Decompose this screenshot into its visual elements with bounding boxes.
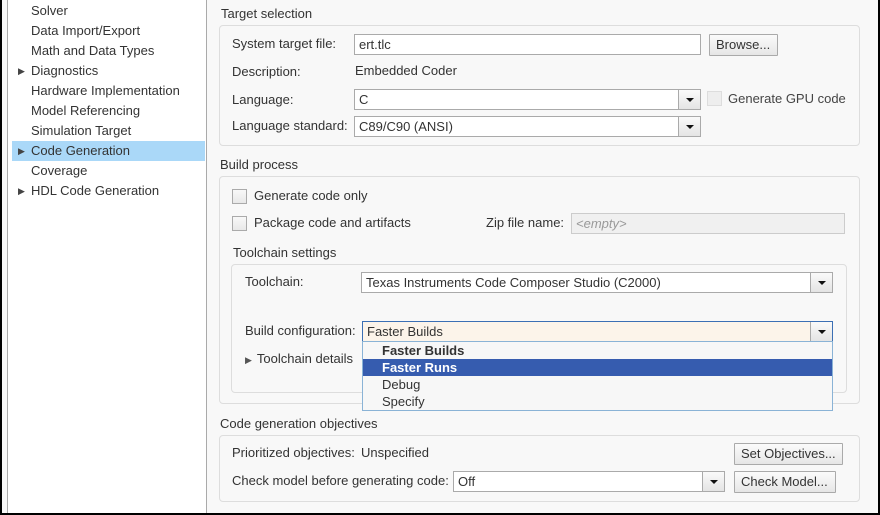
language-label: Language: [232, 92, 294, 107]
expand-arrow-icon[interactable]: ▶ [18, 181, 25, 201]
zip-file-name-input[interactable]: <empty> [571, 213, 845, 234]
toolchain-select[interactable]: Texas Instruments Code Composer Studio (… [361, 272, 833, 293]
sidebar-item-label: Code Generation [31, 143, 131, 158]
sidebar-item-simulation-target[interactable]: Simulation Target [12, 121, 205, 141]
check-model-button[interactable]: Check Model... [734, 471, 836, 493]
description-label: Description: [232, 64, 301, 79]
sidebar-item-label: Solver [31, 3, 68, 18]
sidebar-item-label: Diagnostics [31, 63, 99, 78]
sidebar-item-hardware-implementation[interactable]: Hardware Implementation [12, 81, 205, 101]
chevron-down-icon[interactable] [702, 472, 724, 491]
dropdown-option-debug[interactable]: Debug [363, 376, 832, 393]
sidebar-item-label: Data Import/Export [31, 23, 141, 38]
toolchain-details-label: Toolchain details [256, 351, 354, 366]
expand-arrow-icon[interactable]: ▶ [18, 61, 25, 81]
expand-arrow-icon: ▶ [245, 355, 252, 365]
sidebar-item-label: HDL Code Generation [31, 183, 160, 198]
sidebar-item-data-import-export[interactable]: Data Import/Export [12, 21, 205, 41]
sidebar-item-hdl-code-generation[interactable]: ▶ HDL Code Generation [12, 181, 205, 201]
language-standard-select[interactable]: C89/C90 (ANSI) [354, 116, 701, 137]
language-select-value: C [359, 92, 369, 107]
language-standard-label: Language standard: [232, 118, 348, 133]
build-configuration-dropdown: Faster Builds Faster Runs Debug Specify [362, 341, 833, 411]
system-target-file-label: System target file: [232, 36, 337, 51]
toolchain-details-toggle[interactable]: ▶ Toolchain details [245, 349, 353, 370]
package-code-label: Package code and artifacts [254, 215, 411, 230]
check-model-select[interactable]: Off [453, 471, 725, 492]
build-configuration-label: Build configuration: [245, 323, 356, 338]
chevron-down-icon[interactable] [810, 322, 832, 341]
chevron-down-icon[interactable] [810, 273, 832, 292]
generate-gpu-checkbox[interactable] [707, 91, 722, 106]
build-configuration-select[interactable]: Faster Builds [362, 321, 833, 342]
section-title-code-generation-objectives: Code generation objectives [220, 416, 378, 431]
set-objectives-button[interactable]: Set Objectives... [734, 443, 843, 465]
sidebar-item-label: Math and Data Types [31, 43, 155, 58]
sidebar-tree: Solver Data Import/Export Math and Data … [7, 0, 207, 515]
toolchain-select-value: Texas Instruments Code Composer Studio (… [366, 275, 661, 290]
dropdown-option-faster-runs[interactable]: Faster Runs [363, 359, 832, 376]
sidebar-item-coverage[interactable]: Coverage [12, 161, 205, 181]
chevron-down-icon[interactable] [678, 117, 700, 136]
sidebar-item-label: Hardware Implementation [31, 83, 180, 98]
prioritized-objectives-label: Prioritized objectives: [232, 445, 355, 460]
dropdown-option-specify[interactable]: Specify [363, 393, 832, 410]
check-model-select-value: Off [458, 474, 476, 489]
toolchain-label: Toolchain: [245, 274, 304, 289]
language-select[interactable]: C [354, 89, 701, 110]
package-code-checkbox[interactable] [232, 216, 247, 231]
dropdown-option-faster-builds[interactable]: Faster Builds [363, 342, 832, 359]
section-title-target-selection: Target selection [221, 6, 313, 21]
sidebar-item-model-referencing[interactable]: Model Referencing [12, 101, 205, 121]
sidebar-item-label: Coverage [31, 163, 88, 178]
generate-gpu-label: Generate GPU code [728, 91, 846, 106]
zip-file-name-label: Zip file name: [486, 215, 565, 230]
browse-button[interactable]: Browse... [709, 34, 778, 56]
sidebar-item-solver[interactable]: Solver [12, 1, 205, 21]
section-title-build-process: Build process [220, 157, 299, 172]
sidebar-item-math-data-types[interactable]: Math and Data Types [12, 41, 205, 61]
sidebar-item-code-generation[interactable]: ▶ Code Generation [12, 141, 205, 161]
section-title-toolchain-settings: Toolchain settings [233, 245, 337, 260]
sidebar-item-diagnostics[interactable]: ▶ Diagnostics [12, 61, 205, 81]
chevron-down-icon[interactable] [678, 90, 700, 109]
sidebar-item-label: Simulation Target [31, 123, 132, 138]
generate-code-only-label: Generate code only [254, 188, 368, 203]
check-model-label: Check model before generating code: [232, 473, 449, 488]
sidebar-item-label: Model Referencing [31, 103, 141, 118]
expand-arrow-icon[interactable]: ▶ [18, 141, 25, 161]
system-target-file-input[interactable]: ert.tlc [354, 34, 701, 55]
prioritized-objectives-value: Unspecified [361, 445, 429, 460]
build-configuration-select-value: Faster Builds [367, 324, 443, 339]
language-standard-select-value: C89/C90 (ANSI) [359, 119, 453, 134]
generate-code-only-checkbox[interactable] [232, 189, 247, 204]
description-value: Embedded Coder [355, 63, 457, 78]
